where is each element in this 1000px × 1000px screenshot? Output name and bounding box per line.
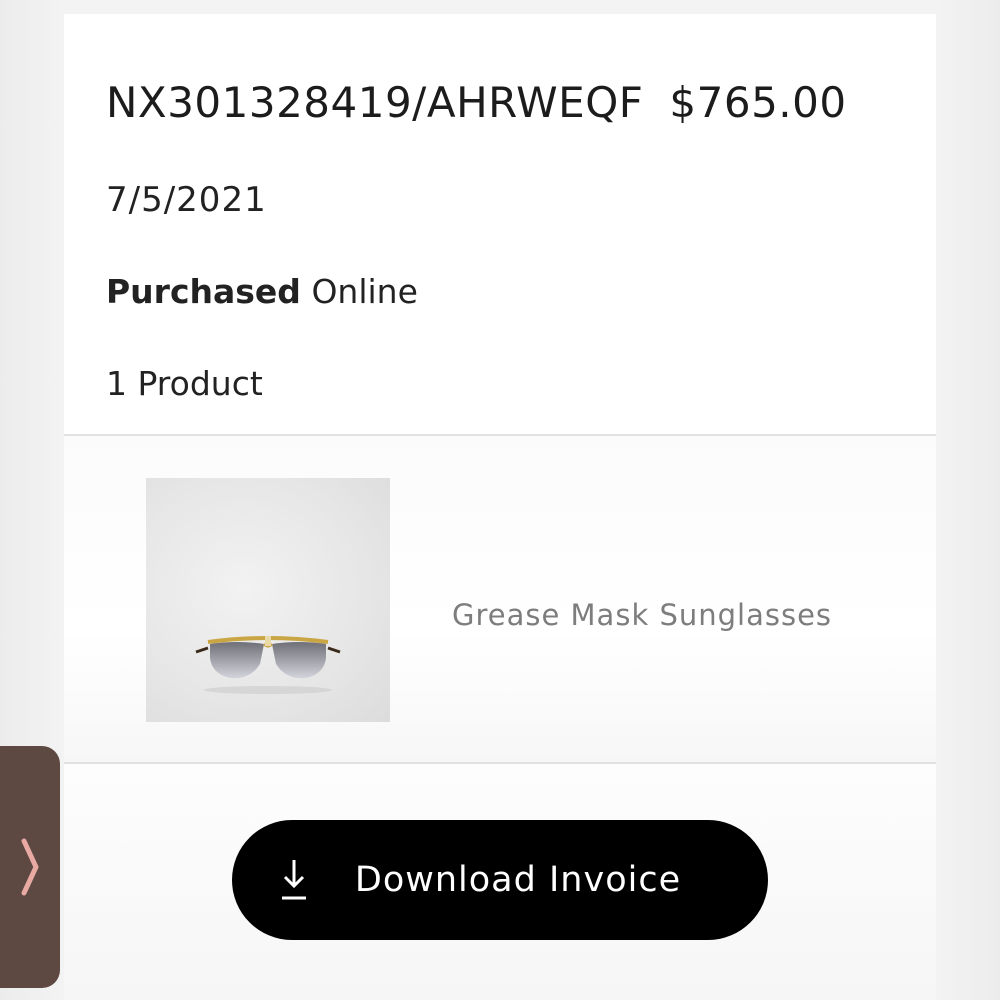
order-card: NX301328419/AHRWEQF $765.00 7/5/2021 Pur…	[64, 14, 936, 1000]
order-total: $765.00	[669, 78, 847, 127]
side-drawer-tab[interactable]	[0, 746, 60, 988]
order-date: 7/5/2021	[106, 180, 267, 220]
product-name[interactable]: Grease Mask Sunglasses	[452, 598, 832, 632]
download-icon	[281, 860, 306, 900]
purchase-channel: Purchased Online	[106, 272, 418, 311]
order-detail-page: NX301328419/AHRWEQF $765.00 7/5/2021 Pur…	[0, 0, 1000, 1000]
product-row[interactable]: Grease Mask Sunglasses	[64, 436, 936, 762]
download-invoice-label: Download Invoice	[354, 860, 682, 900]
order-number: NX301328419/AHRWEQF	[106, 78, 644, 127]
sunglasses-product-image	[195, 636, 341, 694]
order-header: NX301328419/AHRWEQF $765.00	[106, 78, 906, 127]
purchase-channel-value: Online	[311, 272, 418, 311]
actions-area: Download Invoice	[64, 764, 936, 1000]
chevron-right-icon	[21, 838, 39, 896]
download-invoice-button[interactable]: Download Invoice	[232, 820, 768, 940]
product-count: 1 Product	[106, 364, 263, 403]
product-thumbnail[interactable]	[146, 478, 390, 722]
purchase-label: Purchased	[106, 272, 301, 311]
